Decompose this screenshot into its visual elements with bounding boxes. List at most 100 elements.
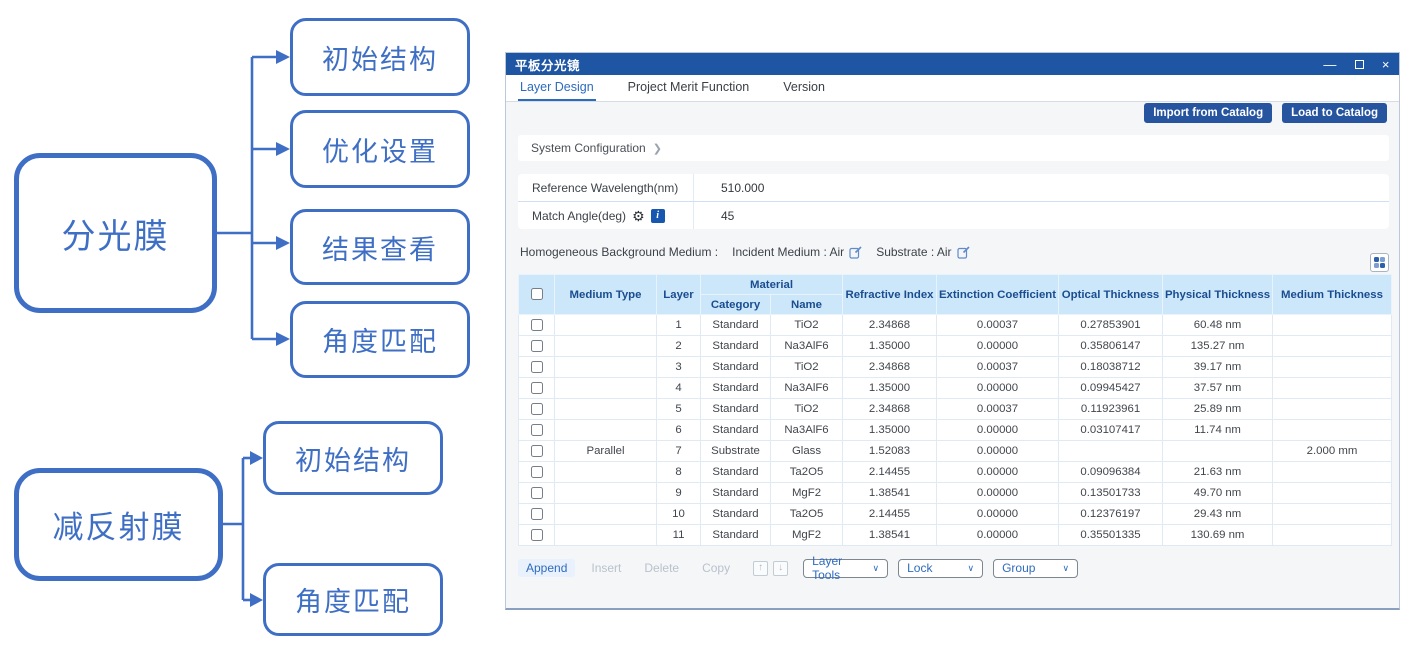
match-angle-row: Match Angle(deg) ⚙ i 45 xyxy=(518,202,1389,229)
append-button[interactable]: Append xyxy=(518,559,575,577)
header-name: Name xyxy=(771,295,843,315)
row-checkbox[interactable] xyxy=(531,424,543,436)
cell-extinction-coefficient: 0.00000 xyxy=(937,420,1059,441)
diagram-node-label: 角度匹配 xyxy=(322,320,438,359)
lock-dropdown[interactable]: Lock ∨ xyxy=(898,559,983,578)
match-angle-value[interactable]: 45 xyxy=(694,209,734,223)
insert-button[interactable]: Insert xyxy=(591,561,621,575)
cell-medium-thickness xyxy=(1273,357,1392,378)
cell-medium-type xyxy=(555,315,657,336)
cell-extinction-coefficient: 0.00000 xyxy=(937,483,1059,504)
table-row: 5StandardTiO22.348680.000370.1192396125.… xyxy=(519,399,1392,420)
cell-refractive-index: 1.38541 xyxy=(843,525,937,546)
header-layer: Layer xyxy=(657,275,701,315)
info-icon[interactable]: i xyxy=(651,209,665,223)
cell-medium-thickness xyxy=(1273,378,1392,399)
cell-refractive-index: 1.35000 xyxy=(843,336,937,357)
tab-version[interactable]: Version xyxy=(781,75,827,101)
cell-optical-thickness: 0.12376197 xyxy=(1059,504,1163,525)
tab-layer-design[interactable]: Layer Design xyxy=(518,75,596,101)
cell-category: Standard xyxy=(701,336,771,357)
move-up-icon[interactable]: ↑ xyxy=(753,561,768,576)
row-checkbox[interactable] xyxy=(531,529,543,541)
cell-layer: 9 xyxy=(657,483,701,504)
cell-physical-thickness: 29.43 nm xyxy=(1163,504,1273,525)
load-to-catalog-button[interactable]: Load to Catalog xyxy=(1282,103,1387,123)
cell-name: MgF2 xyxy=(771,483,843,504)
maximize-icon[interactable] xyxy=(1355,60,1364,69)
table-row: 9StandardMgF21.385410.000000.1350173349.… xyxy=(519,483,1392,504)
tab-label: Project Merit Function xyxy=(628,80,750,94)
header-category: Category xyxy=(701,295,771,315)
cell-layer: 6 xyxy=(657,420,701,441)
cell-optical-thickness: 0.35501335 xyxy=(1059,525,1163,546)
cell-optical-thickness: 0.18038712 xyxy=(1059,357,1163,378)
header-medium-thickness: Medium Thickness xyxy=(1273,275,1392,315)
row-checkbox[interactable] xyxy=(531,466,543,478)
move-down-icon[interactable]: ↓ xyxy=(773,561,788,576)
edit-icon[interactable] xyxy=(849,246,862,259)
layer-table: Medium Type Layer Material Refractive In… xyxy=(518,274,1392,546)
select-all-checkbox[interactable] xyxy=(531,288,543,300)
reference-wavelength-value[interactable]: 510.000 xyxy=(694,181,764,195)
cell-physical-thickness: 135.27 nm xyxy=(1163,336,1273,357)
cell-extinction-coefficient: 0.00000 xyxy=(937,336,1059,357)
edit-icon[interactable] xyxy=(957,246,970,259)
system-configuration-bar[interactable]: System Configuration ❯ xyxy=(518,135,1389,161)
row-checkbox[interactable] xyxy=(531,361,543,373)
row-select-cell xyxy=(519,504,555,525)
cell-medium-thickness xyxy=(1273,483,1392,504)
tab-project-merit-function[interactable]: Project Merit Function xyxy=(626,75,752,101)
close-icon[interactable]: × xyxy=(1382,58,1390,71)
cell-name: TiO2 xyxy=(771,315,843,336)
cell-name: MgF2 xyxy=(771,525,843,546)
background-medium-label: Homogeneous Background Medium : xyxy=(520,245,718,259)
row-checkbox[interactable] xyxy=(531,487,543,499)
cell-category: Standard xyxy=(701,399,771,420)
cell-layer: 8 xyxy=(657,462,701,483)
cell-optical-thickness: 0.09096384 xyxy=(1059,462,1163,483)
layer-table-container: Medium Type Layer Material Refractive In… xyxy=(518,274,1392,546)
flow-diagram: 分光膜 初始结构 优化设置 结果查看 角度匹配 减反射膜 初始结构 角度匹配 xyxy=(0,0,505,653)
row-checkbox[interactable] xyxy=(531,382,543,394)
cell-medium-type xyxy=(555,525,657,546)
row-select-cell xyxy=(519,378,555,399)
row-select-cell xyxy=(519,420,555,441)
cell-physical-thickness: 11.74 nm xyxy=(1163,420,1273,441)
table-row: 6StandardNa3AlF61.350000.000000.03107417… xyxy=(519,420,1392,441)
table-row: Parallel7SubstrateGlass1.520830.000002.0… xyxy=(519,441,1392,462)
cell-layer: 5 xyxy=(657,399,701,420)
minimize-icon[interactable]: — xyxy=(1323,58,1337,71)
system-configuration-label: System Configuration xyxy=(531,141,646,155)
row-checkbox[interactable] xyxy=(531,403,543,415)
incident-medium-label: Incident Medium : Air xyxy=(732,245,844,259)
row-checkbox[interactable] xyxy=(531,508,543,520)
cell-medium-thickness xyxy=(1273,462,1392,483)
layout-grid-icon[interactable] xyxy=(1370,253,1389,272)
row-checkbox[interactable] xyxy=(531,340,543,352)
reference-wavelength-label: Reference Wavelength(nm) xyxy=(518,174,694,201)
chevron-down-icon: ∨ xyxy=(873,563,880,574)
cell-category: Standard xyxy=(701,315,771,336)
cell-name: Na3AlF6 xyxy=(771,420,843,441)
copy-button[interactable]: Copy xyxy=(702,561,730,575)
row-checkbox[interactable] xyxy=(531,445,543,457)
diagram-node-initial-structure: 初始结构 xyxy=(290,18,470,96)
cell-extinction-coefficient: 0.00037 xyxy=(937,315,1059,336)
diagram-node-label: 初始结构 xyxy=(295,439,411,478)
cell-name: Glass xyxy=(771,441,843,462)
diagram-node-label: 初始结构 xyxy=(322,38,438,77)
gear-icon[interactable]: ⚙ xyxy=(632,209,645,223)
layer-tools-dropdown[interactable]: Layer Tools ∨ xyxy=(803,559,888,578)
cell-medium-type xyxy=(555,462,657,483)
cell-physical-thickness: 60.48 nm xyxy=(1163,315,1273,336)
import-from-catalog-button[interactable]: Import from Catalog xyxy=(1144,103,1272,123)
substrate-medium-label: Substrate : Air xyxy=(876,245,951,259)
row-checkbox[interactable] xyxy=(531,319,543,331)
cell-optical-thickness: 0.03107417 xyxy=(1059,420,1163,441)
delete-button[interactable]: Delete xyxy=(644,561,679,575)
diagram-node-optimization-settings: 优化设置 xyxy=(290,110,470,188)
row-select-cell xyxy=(519,399,555,420)
group-dropdown[interactable]: Group ∨ xyxy=(993,559,1078,578)
cell-medium-thickness xyxy=(1273,399,1392,420)
